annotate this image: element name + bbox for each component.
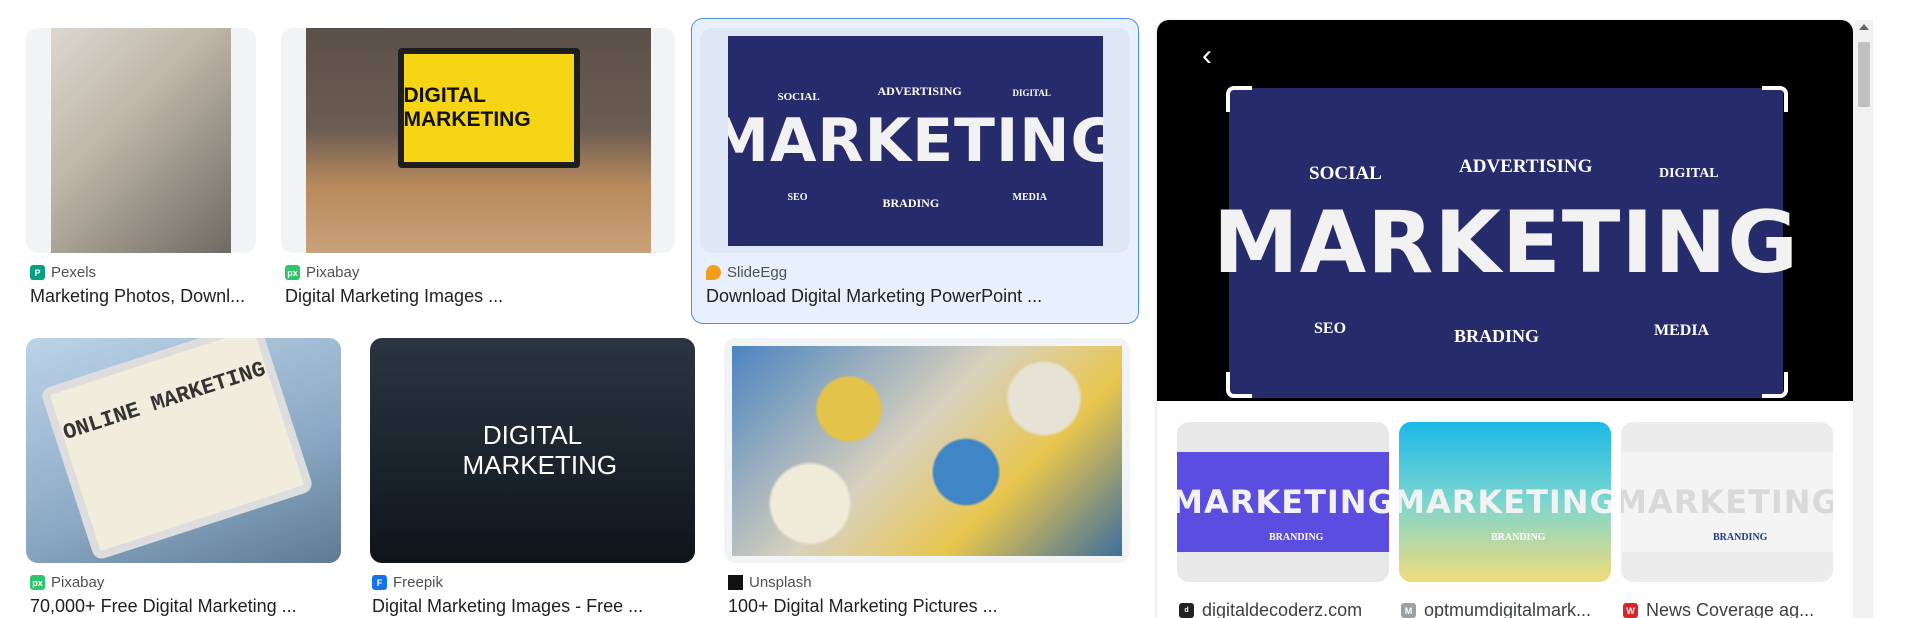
pexels-favicon-icon: P [30,265,45,280]
related-image-1[interactable]: MARKETING BRANDING [1177,422,1389,582]
result-image [732,345,1122,556]
result-title[interactable]: 100+ Digital Marketing Pictures ... [728,596,1128,617]
result-image: DIGITAL MARKETING [370,338,695,563]
slideegg-favicon-icon [706,265,721,280]
result-image: ONLINE MARKETING [26,338,341,563]
result-image: SOCIAL ADVERTISING DIGITAL MARKETING SEO… [727,35,1103,246]
result-title[interactable]: Marketing Photos, Downl... [30,286,254,307]
preview-hero: ‹ SOCIAL ADVERTISING DIGITAL MARKETING S… [1157,20,1853,401]
related-source-2[interactable]: M optmumdigitalmark... [1401,600,1613,618]
result-thumbnail[interactable] [724,338,1130,563]
source-name: Freepik [393,574,444,591]
result-thumbnail[interactable] [26,28,256,253]
source-name: Pixabay [51,574,105,591]
result-thumbnail[interactable]: DIGITAL MARKETING [281,28,675,253]
result-title[interactable]: Digital Marketing Images ... [285,286,675,307]
source-name: Pexels [51,264,97,281]
crop-corner-icon[interactable] [1762,372,1788,398]
result-image: DIGITAL MARKETING [305,28,651,253]
related-image-2[interactable]: MARKETING BRANDING [1399,422,1611,582]
scroll-up-icon[interactable] [1859,24,1869,30]
related-image-3[interactable]: MARKETING BRANDING [1621,422,1833,582]
back-button[interactable]: ‹ [1187,36,1227,76]
related-source-3[interactable]: W News Coverage ag... [1623,600,1835,618]
crop-corner-icon[interactable] [1226,86,1252,112]
result-source[interactable]: F Freepik [372,574,443,591]
image-caption: ONLINE MARKETING [60,356,269,447]
optmum-favicon-icon: M [1401,603,1416,618]
image-caption: DIGITAL MARKETING [403,84,531,131]
result-image [51,28,231,253]
result-source[interactable]: px Pixabay [285,264,359,281]
pixabay-favicon-icon: px [285,265,300,280]
result-thumbnail[interactable]: DIGITAL MARKETING [370,338,695,563]
image-caption: DIGITAL MARKETING [462,419,618,480]
result-source[interactable]: SlideEgg [706,264,787,281]
chevron-left-icon: ‹ [1202,39,1212,72]
unsplash-favicon-icon [728,575,743,590]
digitaldecoderz-favicon-icon: d [1179,603,1194,618]
result-source[interactable]: Unsplash [728,574,812,591]
result-source[interactable]: P Pexels [30,264,96,281]
result-thumbnail[interactable]: ONLINE MARKETING [26,338,341,563]
source-name: Unsplash [749,574,812,591]
result-title[interactable]: 70,000+ Free Digital Marketing ... [30,596,340,617]
news-coverage-favicon-icon: W [1623,603,1638,618]
source-name: Pixabay [306,264,360,281]
preview-image[interactable]: SOCIAL ADVERTISING DIGITAL MARKETING SEO… [1213,88,1798,398]
crop-corner-icon[interactable] [1762,86,1788,112]
scrollbar-thumb[interactable] [1858,42,1870,107]
freepik-favicon-icon: F [372,575,387,590]
pixabay-favicon-icon: px [30,575,45,590]
crop-corner-icon[interactable] [1226,372,1252,398]
source-name: SlideEgg [727,264,788,281]
result-title[interactable]: Digital Marketing Images - Free ... [372,596,692,617]
related-source-1[interactable]: d digitaldecoderz.com [1179,600,1391,618]
result-title[interactable]: Download Digital Marketing PowerPoint ..… [706,286,1132,307]
result-source[interactable]: px Pixabay [30,574,104,591]
image-preview-panel: ‹ SOCIAL ADVERTISING DIGITAL MARKETING S… [1157,20,1853,618]
panel-scrollbar[interactable] [1855,20,1873,618]
result-thumbnail[interactable]: SOCIAL ADVERTISING DIGITAL MARKETING SEO… [700,28,1130,253]
